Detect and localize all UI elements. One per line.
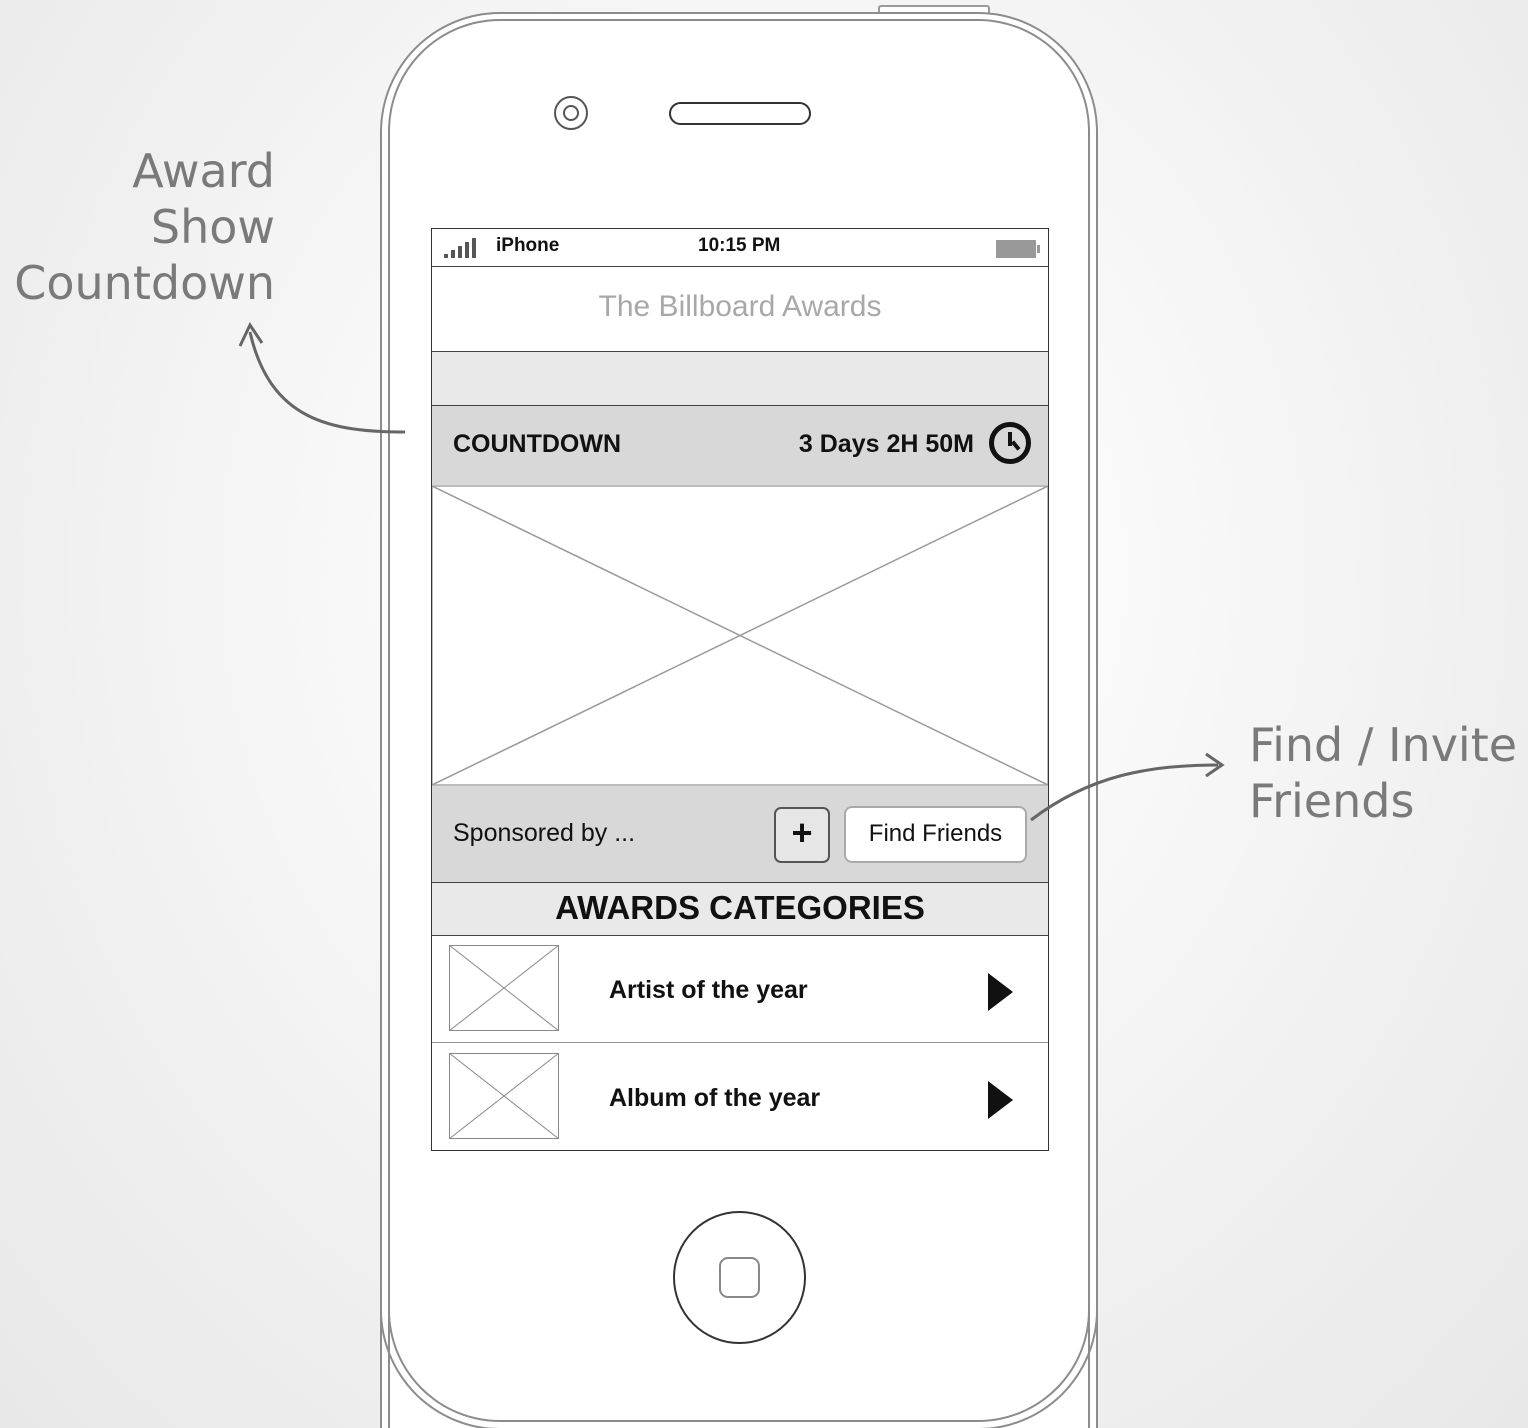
annotation-arrow-left [248, 331, 406, 434]
annotation-arrows [238, 321, 1225, 822]
annotation-arrow-right [1030, 763, 1219, 822]
